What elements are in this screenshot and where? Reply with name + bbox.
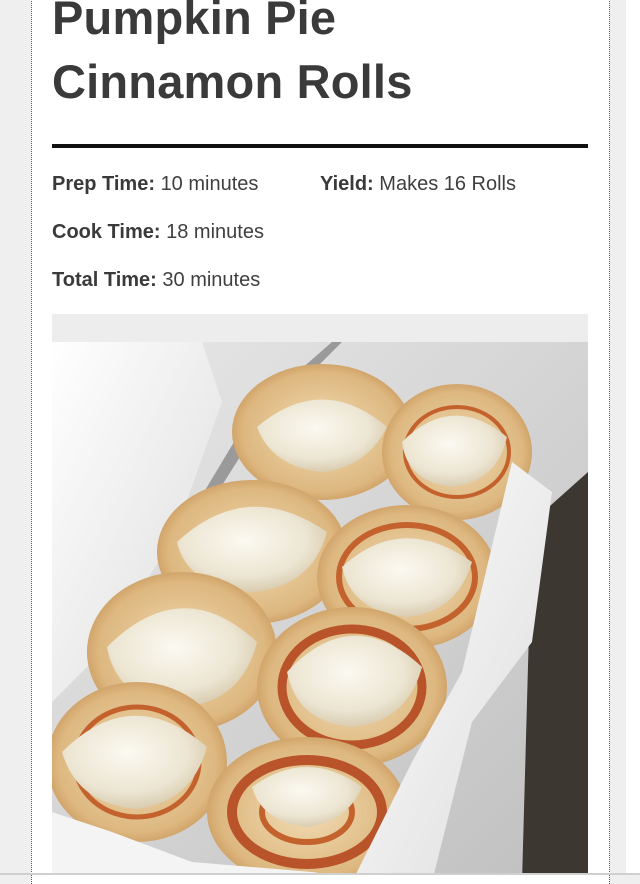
page: Pumpkin Pie Cinnamon Rolls Prep Time: 10… (0, 0, 640, 884)
recipe-title-line-1: Pumpkin Pie (52, 0, 337, 44)
yield-value: Makes 16 Rolls (379, 173, 516, 195)
cook-time-value: 18 minutes (166, 221, 264, 243)
title-divider (52, 144, 588, 148)
recipe-title: Pumpkin Pie Cinnamon Rolls (52, 0, 592, 114)
cook-time-label: Cook Time: (52, 221, 161, 243)
prep-time-label: Prep Time: (52, 173, 155, 195)
yield: Yield: Makes 16 Rolls (320, 172, 516, 196)
page-edge (626, 0, 640, 875)
total-time-value: 30 minutes (162, 269, 261, 291)
prep-time-value: 10 minutes (160, 173, 259, 195)
recipe-photo-frame (52, 314, 588, 875)
roll (232, 364, 412, 500)
total-time-label: Total Time: (52, 269, 157, 291)
prep-time: Prep Time: 10 minutes (52, 172, 258, 196)
recipe-title-line-2: Cinnamon Rolls (52, 55, 413, 108)
roll (52, 682, 227, 842)
yield-label: Yield: (320, 173, 374, 195)
cook-time: Cook Time: 18 minutes (52, 220, 264, 244)
cinnamon-rolls-photo (52, 342, 588, 875)
total-time: Total Time: 30 minutes (52, 268, 260, 292)
